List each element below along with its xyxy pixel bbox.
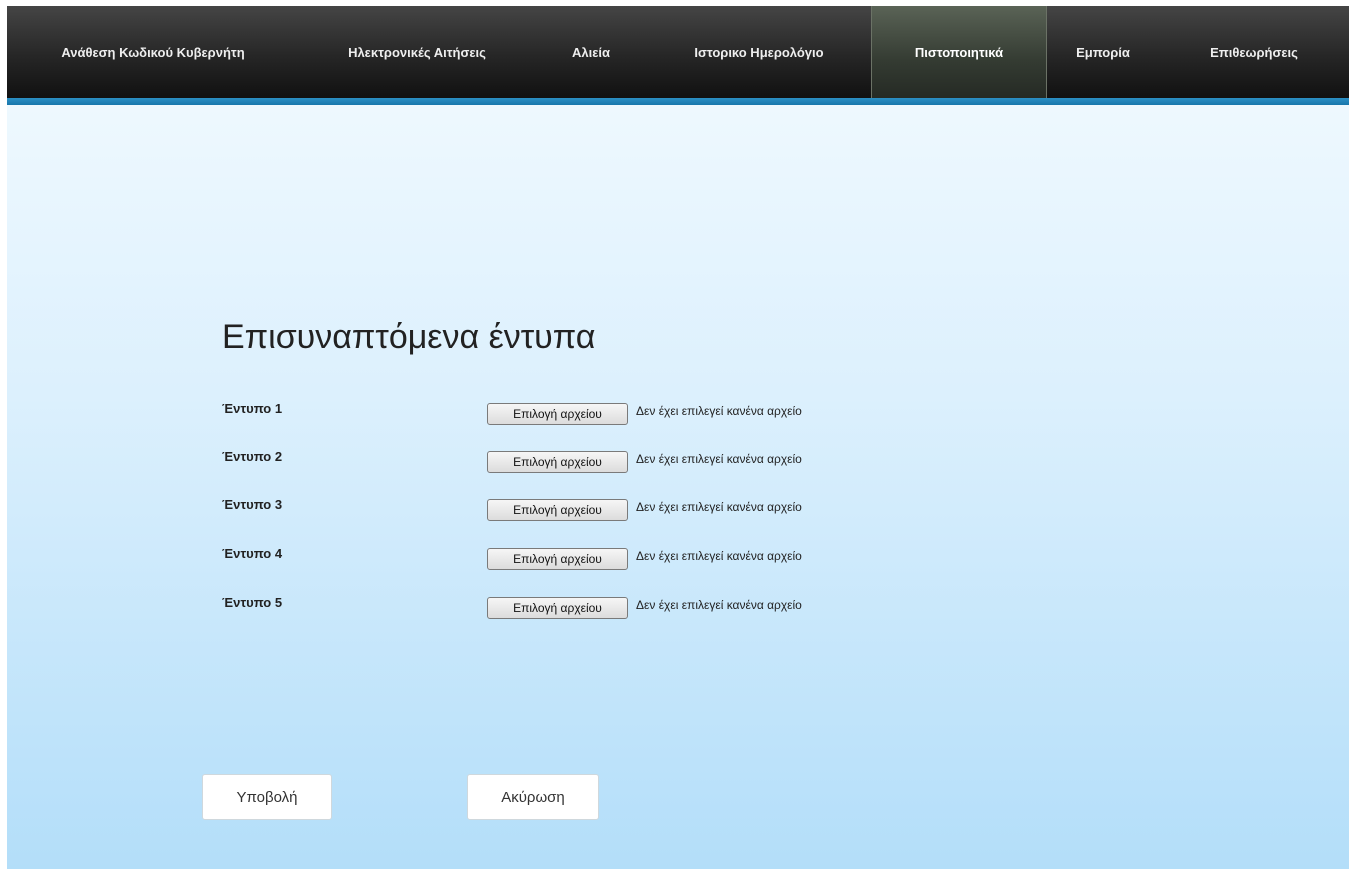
attachment-row-4: Έντυπο 4 Επιλογή αρχείου Δεν έχει επιλεγ… (7, 546, 1349, 570)
nav-item-fishing[interactable]: Αλιεία (535, 6, 647, 98)
choose-file-button-2[interactable]: Επιλογή αρχείου (487, 451, 628, 473)
attachment-row-5: Έντυπο 5 Επιλογή αρχείου Δεν έχει επιλεγ… (7, 595, 1349, 619)
navbar-accent-bar (7, 98, 1349, 105)
attachment-label: Έντυπο 3 (222, 497, 283, 512)
attachment-row-3: Έντυπο 3 Επιλογή αρχείου Δεν έχει επιλεγ… (7, 497, 1349, 521)
choose-file-button-3[interactable]: Επιλογή αρχείου (487, 499, 628, 521)
nav-item-captain-code[interactable]: Ανάθεση Κωδικού Κυβερνήτη (7, 6, 299, 98)
page-title: Επισυναπτόμενα έντυπα (222, 318, 596, 356)
choose-file-button-5[interactable]: Επιλογή αρχείου (487, 597, 628, 619)
nav-item-electronic-applications[interactable]: Ηλεκτρονικές Αιτήσεις (299, 6, 535, 98)
file-status-text: Δεν έχει επιλεγεί κανένα αρχείο (636, 549, 802, 563)
choose-file-button-1[interactable]: Επιλογή αρχείου (487, 403, 628, 425)
nav-item-certificates[interactable]: Πιστοποιητικά (871, 6, 1047, 98)
choose-file-button-4[interactable]: Επιλογή αρχείου (487, 548, 628, 570)
attachment-label: Έντυπο 5 (222, 595, 283, 610)
cancel-button[interactable]: Ακύρωση (467, 774, 599, 820)
attachment-label: Έντυπο 1 (222, 401, 283, 416)
attachment-row-1: Έντυπο 1 Επιλογή αρχείου Δεν έχει επιλεγ… (7, 401, 1349, 425)
file-status-text: Δεν έχει επιλεγεί κανένα αρχείο (636, 404, 802, 418)
file-status-text: Δεν έχει επιλεγεί κανένα αρχείο (636, 452, 802, 466)
attachment-label: Έντυπο 4 (222, 546, 283, 561)
nav-item-history-log[interactable]: Ιστορικο Ημερολόγιο (647, 6, 871, 98)
nav-item-trade[interactable]: Εμπορία (1047, 6, 1159, 98)
submit-button[interactable]: Υποβολή (202, 774, 332, 820)
top-navbar: Ανάθεση Κωδικού Κυβερνήτη Ηλεκτρονικές Α… (7, 6, 1349, 98)
file-status-text: Δεν έχει επιλεγεί κανένα αρχείο (636, 500, 802, 514)
attachment-row-2: Έντυπο 2 Επιλογή αρχείου Δεν έχει επιλεγ… (7, 449, 1349, 473)
attachment-label: Έντυπο 2 (222, 449, 283, 464)
nav-item-inspections[interactable]: Επιθεωρήσεις (1159, 6, 1349, 98)
file-status-text: Δεν έχει επιλεγεί κανένα αρχείο (636, 598, 802, 612)
app-frame: Ανάθεση Κωδικού Κυβερνήτη Ηλεκτρονικές Α… (7, 6, 1349, 869)
